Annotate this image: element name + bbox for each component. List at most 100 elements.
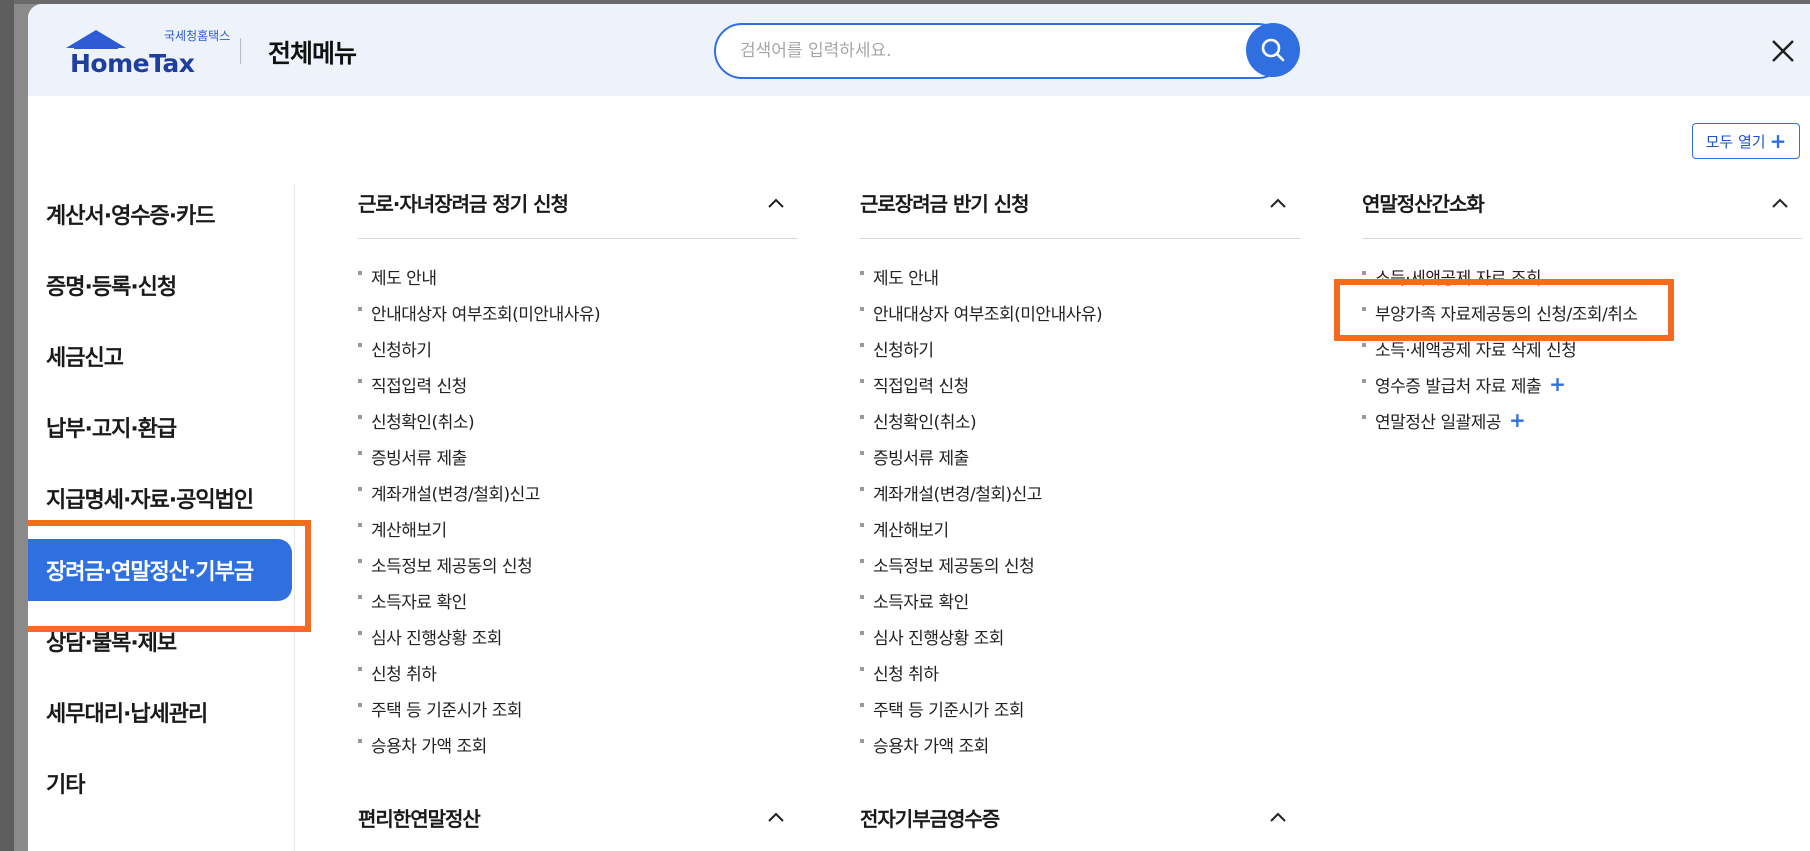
search-box <box>714 23 1286 79</box>
list-item[interactable]: 주택 등 기준시가 조회 <box>358 690 798 726</box>
list-item-label: 소득·세액공제 자료 삭제 신청 <box>1375 340 1577 361</box>
list-item-label: 소득정보 제공동의 신청 <box>873 556 1035 577</box>
list-item-label: 신청 취하 <box>371 664 437 685</box>
close-icon <box>1772 40 1794 62</box>
sidebar-item-certificate-registration[interactable]: 증명·등록·신청 <box>28 254 292 316</box>
chevron-up-icon <box>768 198 784 208</box>
search-icon <box>1261 38 1285 62</box>
list-item[interactable]: 심사 진행상황 조회 <box>860 618 1300 654</box>
list-item[interactable]: 제도 안내 <box>358 258 798 294</box>
list-item-label: 신청확인(취소) <box>371 412 475 433</box>
expand-all-button[interactable]: 모두 열기 + <box>1692 123 1800 159</box>
list-item[interactable]: 안내대상자 여부조회(미안내사유) <box>358 294 798 330</box>
list-item-label: 신청확인(취소) <box>873 412 977 433</box>
list-item-label: 연말정산 일괄제공 <box>1375 412 1502 433</box>
list-item[interactable]: 승용차 가액 조회 <box>358 726 798 762</box>
bullet-icon <box>358 343 362 347</box>
list-item-label: 주택 등 기준시가 조회 <box>371 700 522 721</box>
list-item[interactable]: 계좌개설(변경/철회)신고 <box>860 474 1300 510</box>
bullet-icon <box>1362 415 1366 419</box>
list-item[interactable]: 소득·세액공제 자료 삭제 신청 <box>1362 330 1802 366</box>
list-item-label: 신청하기 <box>371 340 432 361</box>
list-item[interactable]: 부양가족 자료제공동의 신청/조회/취소 <box>1362 294 1802 330</box>
list-item[interactable]: 소득정보 제공동의 신청 <box>860 546 1300 582</box>
chevron-up-icon <box>1270 812 1286 822</box>
logo-brand-text: HomeTax <box>70 49 195 78</box>
list-item[interactable]: 영수증 발급처 자료 제출 + <box>1362 366 1802 402</box>
list-item[interactable]: 승용차 가액 조회 <box>860 726 1300 762</box>
list-item[interactable]: 신청하기 <box>358 330 798 366</box>
list-item[interactable]: 직접입력 신청 <box>358 366 798 402</box>
list-item-label: 부양가족 자료제공동의 신청/조회/취소 <box>1375 304 1638 325</box>
list-item[interactable]: 계산해보기 <box>358 510 798 546</box>
list-item[interactable]: 신청 취하 <box>860 654 1300 690</box>
sidebar-item-consultation-appeal[interactable]: 상담·불복·제보 <box>28 610 292 672</box>
bullet-icon <box>1362 271 1366 275</box>
list-item[interactable]: 신청확인(취소) <box>860 402 1300 438</box>
section-title: 근로장려금 반기 신청 <box>860 192 1030 216</box>
list-item[interactable]: 계좌개설(변경/철회)신고 <box>358 474 798 510</box>
bullet-icon <box>860 559 864 563</box>
chevron-up-icon <box>1270 198 1286 208</box>
list-item[interactable]: 증빙서류 제출 <box>860 438 1300 474</box>
list-item[interactable]: 신청확인(취소) <box>358 402 798 438</box>
section-header-incentive-half[interactable]: 근로장려금 반기 신청 <box>860 167 1300 239</box>
sidebar-item-invoice-receipt-card[interactable]: 계산서·영수증·카드 <box>28 183 292 245</box>
list-item-label: 계산해보기 <box>873 520 949 541</box>
section-header-incentive-regular[interactable]: 근로·자녀장려금 정기 신청 <box>358 167 798 239</box>
list-item[interactable]: 제도 안내 <box>860 258 1300 294</box>
sidebar-item-tax-agent[interactable]: 세무대리·납세관리 <box>28 681 292 743</box>
menu-list-incentive-half: 제도 안내 안내대상자 여부조회(미안내사유) 신청하기 직접입력 신청 신청확… <box>860 258 1300 762</box>
list-item[interactable]: 소득자료 확인 <box>358 582 798 618</box>
list-item[interactable]: 주택 등 기준시가 조회 <box>860 690 1300 726</box>
sidebar-item-payment-refund[interactable]: 납부·고지·환급 <box>28 396 292 458</box>
background-strip <box>0 0 14 851</box>
list-item[interactable]: 심사 진행상황 조회 <box>358 618 798 654</box>
sidebar-item-label: 상담·불복·제보 <box>46 631 177 656</box>
list-item[interactable]: 신청하기 <box>860 330 1300 366</box>
expand-plus-icon[interactable]: + <box>1509 410 1526 430</box>
list-item[interactable]: 직접입력 신청 <box>860 366 1300 402</box>
list-item[interactable]: 연말정산 일괄제공 + <box>1362 402 1802 438</box>
sidebar-item-label: 증명·등록·신청 <box>46 275 177 300</box>
list-item[interactable]: 소득자료 확인 <box>860 582 1300 618</box>
sidebar-item-other[interactable]: 기타 <box>28 752 292 814</box>
section-title: 연말정산간소화 <box>1362 192 1485 216</box>
list-item-label: 소득자료 확인 <box>873 592 969 613</box>
sidebar-item-payment-statement[interactable]: 지급명세·자료·공익법인 <box>28 467 292 529</box>
bullet-icon <box>860 451 864 455</box>
section-header-convenient-yearend[interactable]: 편리한연말정산 <box>358 781 798 851</box>
list-item[interactable]: 계산해보기 <box>860 510 1300 546</box>
section-title: 전자기부금영수증 <box>860 806 1000 831</box>
list-item-label: 영수증 발급처 자료 제출 <box>1375 376 1542 397</box>
list-item-label: 신청 취하 <box>873 664 939 685</box>
sidebar-item-label: 장려금·연말정산·기부금 <box>46 560 254 585</box>
full-menu-modal: 국세청홈택스 HomeTax 전체메뉴 모두 열기 + 계산서·영수증·카드 증… <box>28 4 1810 851</box>
bullet-icon <box>860 667 864 671</box>
hometax-logo[interactable]: 국세청홈택스 HomeTax <box>64 24 248 80</box>
bullet-icon <box>358 667 362 671</box>
sidebar-item-label: 납부·고지·환급 <box>46 417 177 442</box>
bullet-icon <box>860 379 864 383</box>
bullet-icon <box>860 487 864 491</box>
search-input[interactable] <box>740 25 1200 77</box>
list-item-label: 계좌개설(변경/철회)신고 <box>873 484 1042 505</box>
list-item-label: 안내대상자 여부조회(미안내사유) <box>873 304 1103 325</box>
bullet-icon <box>860 271 864 275</box>
sidebar-item-incentive-yearend-donation[interactable]: 장려금·연말정산·기부금 <box>28 539 292 601</box>
bullet-icon <box>860 307 864 311</box>
list-item[interactable]: 소득·세액공제 자료 조회 <box>1362 258 1802 294</box>
plus-icon: + <box>1769 129 1787 153</box>
close-button[interactable] <box>1768 36 1798 66</box>
expand-plus-icon[interactable]: + <box>1549 374 1566 394</box>
list-item[interactable]: 안내대상자 여부조회(미안내사유) <box>860 294 1300 330</box>
search-button[interactable] <box>1246 23 1300 77</box>
section-header-e-donation-receipt[interactable]: 전자기부금영수증 <box>860 781 1300 851</box>
section-header-yearend-simplified[interactable]: 연말정산간소화 <box>1362 167 1802 239</box>
list-item-label: 직접입력 신청 <box>873 376 969 397</box>
list-item[interactable]: 신청 취하 <box>358 654 798 690</box>
bullet-icon <box>358 595 362 599</box>
list-item[interactable]: 증빙서류 제출 <box>358 438 798 474</box>
list-item[interactable]: 소득정보 제공동의 신청 <box>358 546 798 582</box>
sidebar-item-tax-return[interactable]: 세금신고 <box>28 325 292 387</box>
